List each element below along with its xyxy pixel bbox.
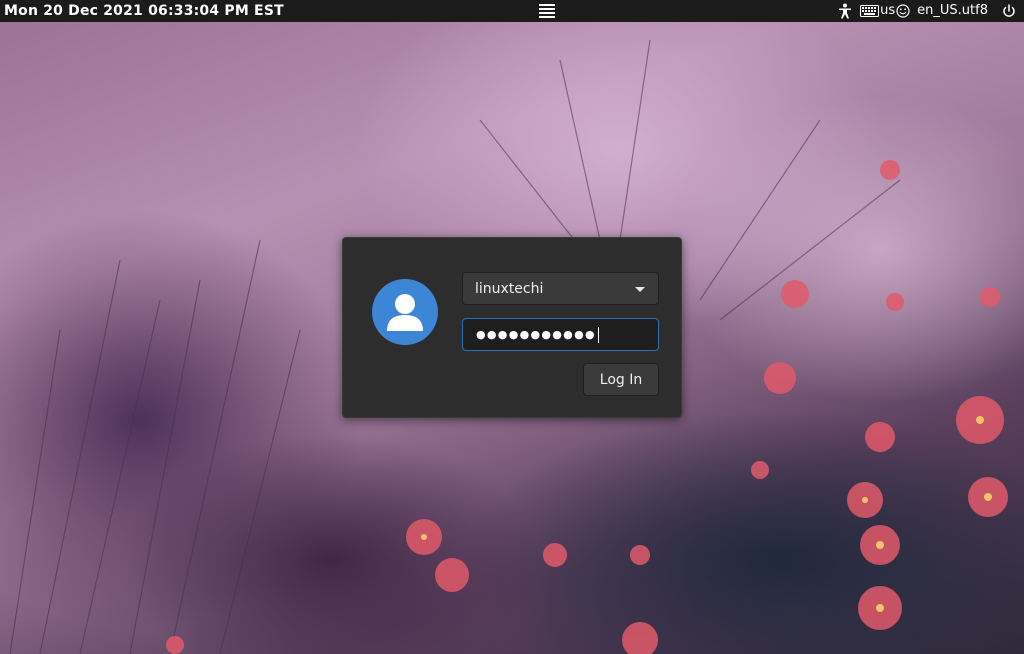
chevron-down-icon [635,287,645,292]
keyboard-layout-label: us [880,3,896,18]
username-value: linuxtechi [475,280,544,297]
locale-label: en_US.utf8 [917,3,988,18]
system-tray: us en_US.utf8 [838,0,1024,22]
user-avatar-icon [387,294,423,331]
accessibility-icon [839,3,852,19]
clock[interactable]: Mon 20 Dec 2021 06:33:04 PM EST [4,0,284,22]
onscreen-keyboard-toggle[interactable] [895,4,917,18]
keyboard-icon [860,5,880,17]
locale-selector[interactable]: en_US.utf8 [917,0,988,22]
password-mask: ●●●●●●●●●●● [476,328,596,341]
avatar [372,279,438,345]
hamburger-menu-icon[interactable] [539,4,555,18]
keyboard-layout-menu[interactable]: us [860,0,895,22]
login-dialog: linuxtechi ●●●●●●●●●●● Log In [342,237,682,418]
power-icon [1003,4,1015,17]
power-menu[interactable] [1002,4,1024,18]
text-cursor [597,326,599,343]
smiley-icon [896,4,910,18]
password-field[interactable]: ●●●●●●●●●●● [462,318,659,351]
accessibility-menu[interactable] [838,3,860,19]
login-button[interactable]: Log In [583,363,659,396]
username-dropdown[interactable]: linuxtechi [462,272,659,305]
top-bar: Mon 20 Dec 2021 06:33:04 PM EST us en_US… [0,0,1024,22]
